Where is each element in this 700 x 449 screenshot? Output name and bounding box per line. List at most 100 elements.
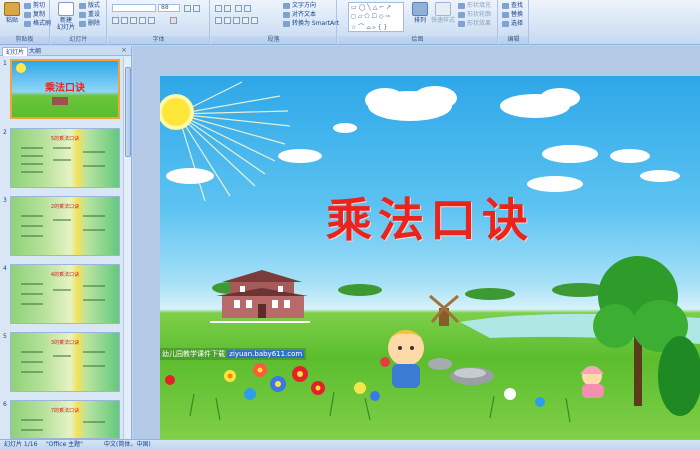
bold-icon[interactable] xyxy=(112,17,119,24)
text-line xyxy=(21,293,43,295)
text-line xyxy=(21,215,43,217)
paragraph-group: 文字方向 对齐文本 转换为 SmartArt 段落 xyxy=(211,0,339,45)
thumb-number: 5 xyxy=(3,333,7,340)
find-button[interactable]: 查找 xyxy=(502,2,523,10)
slides-group-label: 幻灯片 xyxy=(51,36,106,44)
text-line xyxy=(21,283,43,285)
thumb-title: 5的乘法口诀 xyxy=(50,136,80,142)
shape-fill-button[interactable]: 形状填充 xyxy=(458,2,491,10)
align-left-icon[interactable] xyxy=(215,17,222,24)
convert-smartart-button[interactable]: 转换为 SmartArt xyxy=(283,20,339,28)
layout-button[interactable]: 版式 xyxy=(79,2,100,10)
text-line xyxy=(21,361,43,363)
copy-button[interactable]: 复制 xyxy=(24,11,45,19)
text-line xyxy=(53,355,71,357)
shrink-font-icon[interactable] xyxy=(193,5,200,12)
status-bar: 幻灯片 1/16 "Office 主题" 中文(简体，中国) xyxy=(0,439,700,449)
font-color-icon[interactable] xyxy=(170,17,177,24)
text-line xyxy=(83,215,105,217)
flowers xyxy=(165,363,545,407)
arrange-button[interactable]: 排列 xyxy=(410,2,430,32)
text-line xyxy=(83,285,105,287)
slide-thumbnail-1[interactable]: 乘法口诀 xyxy=(10,59,120,119)
paste-button[interactable]: 粘贴 xyxy=(2,2,22,32)
align-text-button[interactable]: 对齐文本 xyxy=(283,11,316,19)
sun-icon xyxy=(16,63,26,73)
text-line xyxy=(21,303,43,305)
paste-icon xyxy=(4,2,20,16)
thumb-title: 4的乘法口诀 xyxy=(50,272,80,278)
pane-scrollbar[interactable] xyxy=(123,57,131,439)
language-indicator[interactable]: 中文(简体，中国) xyxy=(104,440,151,449)
house-illustration xyxy=(52,97,68,105)
rocks xyxy=(428,358,494,385)
text-line xyxy=(21,351,43,353)
delete-slide-button[interactable]: 删除 xyxy=(79,20,100,28)
grow-font-icon[interactable] xyxy=(184,5,191,12)
select-button[interactable]: 选择 xyxy=(502,20,523,28)
increase-indent-icon[interactable] xyxy=(244,5,251,12)
watermark-url: ziyuan.baby611.com xyxy=(227,350,305,358)
replace-button[interactable]: 替换 xyxy=(502,11,523,19)
slide-thumbnail-3[interactable]: 2的乘法口诀 xyxy=(10,196,120,256)
pane-scroll-thumb[interactable] xyxy=(125,67,131,157)
thumb-number: 2 xyxy=(3,129,7,136)
slide-thumbnail-2[interactable]: 5的乘法口诀 xyxy=(10,128,120,188)
text-line xyxy=(53,159,71,161)
italic-icon[interactable] xyxy=(121,17,128,24)
shadow-icon[interactable] xyxy=(148,17,155,24)
current-slide[interactable]: 乘法口诀 幼儿园教学课件下载 ziyuan.baby611.com xyxy=(160,76,700,449)
font-size-combo[interactable]: 88 xyxy=(158,4,180,12)
shape-effects-button[interactable]: 形状效果 xyxy=(458,20,491,28)
shapes-gallery[interactable]: ▭ ◯ ╲ △ ⌐ ↗ ◻ ▱ ⬠ ☐ ◇ ⇨ ☆ ⌒ ⌓ ▹ { } xyxy=(348,2,404,32)
watermark-text: 幼儿园教学课件下载 ziyuan.baby611.com xyxy=(160,348,307,360)
thumb-title: 2的乘法口诀 xyxy=(50,204,80,210)
align-right-icon[interactable] xyxy=(233,17,240,24)
drawing-group-label: 绘图 xyxy=(338,36,497,44)
editing-group-label: 编辑 xyxy=(499,36,528,44)
text-line xyxy=(83,229,105,231)
slide-title[interactable]: 乘法口诀 xyxy=(160,184,700,250)
align-center-icon[interactable] xyxy=(224,17,231,24)
girl-illustration xyxy=(580,366,604,398)
quick-styles-button[interactable]: 快速样式 xyxy=(430,2,456,32)
arrange-icon xyxy=(412,2,428,16)
tree-illustration xyxy=(593,256,700,416)
format-painter-button[interactable]: 格式刷 xyxy=(24,20,51,28)
quick-styles-icon xyxy=(435,2,451,16)
columns-icon[interactable] xyxy=(251,17,258,24)
numbering-icon[interactable] xyxy=(224,5,231,12)
justify-icon[interactable] xyxy=(242,17,249,24)
tab-slides[interactable]: 幻灯片 xyxy=(2,47,29,56)
text-line xyxy=(83,151,105,153)
editing-group: 查找 替换 选择 编辑 xyxy=(499,0,529,45)
reset-button[interactable]: 重设 xyxy=(79,11,100,19)
text-line xyxy=(53,219,71,221)
shape-outline-button[interactable]: 形状轮廓 xyxy=(458,11,491,19)
new-slide-button[interactable]: 新建 幻灯片 xyxy=(55,2,77,32)
cut-button[interactable]: 剪切 xyxy=(24,2,45,10)
text-line xyxy=(83,365,105,367)
text-direction-button[interactable]: 文字方向 xyxy=(283,2,316,10)
strikethrough-icon[interactable] xyxy=(139,17,146,24)
tab-outline[interactable]: 大纲 xyxy=(26,47,44,56)
font-name-combo[interactable] xyxy=(112,4,156,12)
bullets-icon[interactable] xyxy=(215,5,222,12)
slide-thumbnail-6[interactable]: 7的乘法口诀 xyxy=(10,400,120,439)
close-pane-icon[interactable]: × xyxy=(121,46,127,54)
decrease-indent-icon[interactable] xyxy=(235,5,242,12)
text-line xyxy=(53,147,71,149)
theme-name: "Office 主题" xyxy=(46,441,83,448)
slide-thumbnail-5[interactable]: 3的乘法口诀 xyxy=(10,332,120,392)
thumb-number: 4 xyxy=(3,265,7,272)
text-line xyxy=(83,299,105,301)
slide-thumbnail-4[interactable]: 4的乘法口诀 xyxy=(10,264,120,324)
text-line xyxy=(21,171,43,173)
thumb-title: 乘法口诀 xyxy=(45,83,85,94)
text-line xyxy=(21,419,43,421)
underline-icon[interactable] xyxy=(130,17,137,24)
pane-tabs: 幻灯片 大纲 × xyxy=(0,46,131,56)
text-line xyxy=(83,351,105,353)
thumb-number: 6 xyxy=(3,401,7,408)
thumb-title: 3的乘法口诀 xyxy=(50,340,80,346)
